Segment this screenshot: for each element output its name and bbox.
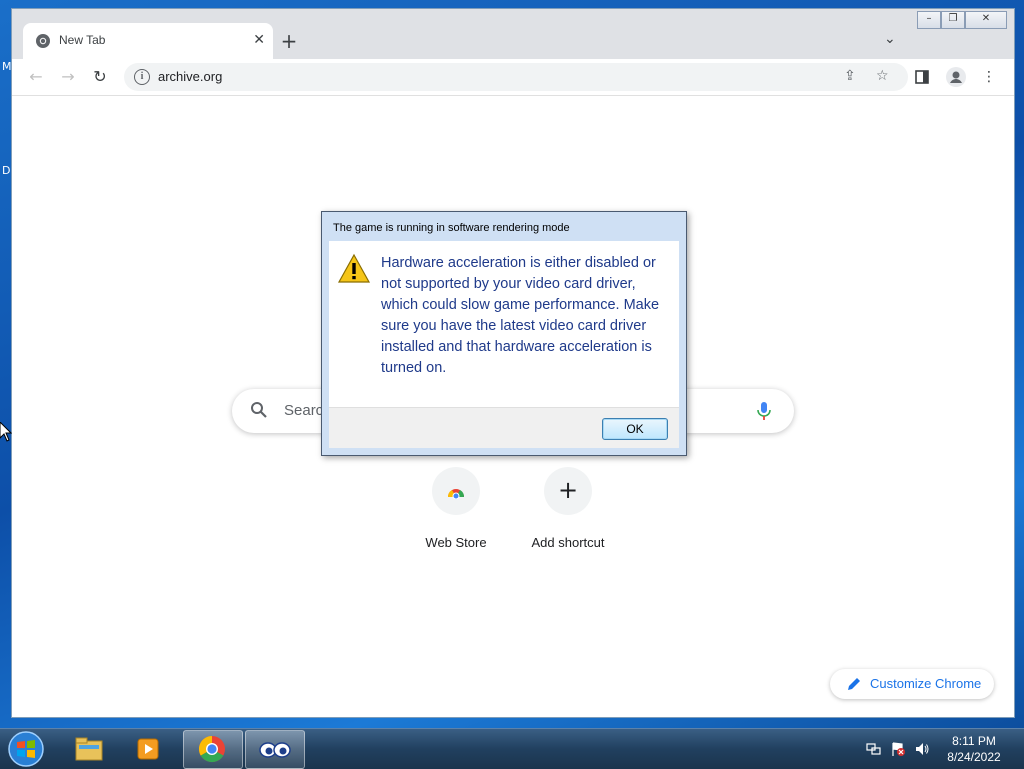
reload-icon[interactable]: ↻: [90, 67, 110, 87]
restore-icon[interactable]: ❐: [941, 11, 965, 29]
windows-taskbar: 8:11 PM 8/24/2022: [0, 728, 1024, 769]
add-shortcut-tile: +: [544, 467, 592, 515]
forward-arrow-icon[interactable]: →: [58, 67, 78, 87]
volume-icon[interactable]: [914, 741, 930, 757]
share-icon[interactable]: ⇪: [844, 68, 856, 84]
chrome-web-store-icon: [447, 489, 465, 499]
shortcut-add[interactable]: + Add shortcut: [518, 467, 618, 550]
clock-date: 8/24/2022: [947, 750, 1001, 764]
dialog-message: Hardware acceleration is either disabled…: [381, 255, 660, 376]
tab-search-chevron-icon[interactable]: ⌄: [884, 31, 896, 47]
web-store-tile: [432, 467, 480, 515]
dialog-title: The game is running in software renderin…: [333, 222, 570, 234]
search-placeholder: Searc: [284, 402, 324, 419]
mouse-cursor-icon: [0, 422, 12, 442]
taskbar-media-player-button[interactable]: [120, 730, 178, 767]
shortcut-web-store[interactable]: Web Store: [406, 467, 506, 550]
action-center-flag-icon[interactable]: [890, 741, 906, 757]
windows-start-icon[interactable]: [7, 730, 45, 768]
network-icon[interactable]: [866, 741, 882, 757]
shortcut-label: Web Store: [425, 535, 487, 550]
software-rendering-dialog: The game is running in software renderin…: [321, 211, 687, 456]
pencil-icon: [848, 678, 860, 690]
tab-strip: New Tab ✕ + ⌄ – ❐ ✕: [12, 9, 1014, 59]
customize-label: Customize Chrome: [870, 676, 982, 691]
dialog-footer: OK: [329, 407, 679, 448]
desktop-icon-label-fragment: D: [2, 164, 11, 177]
tab-title: New Tab: [59, 33, 106, 47]
back-arrow-icon[interactable]: ←: [26, 67, 46, 87]
profile-avatar-icon[interactable]: [946, 67, 966, 87]
customize-chrome-button[interactable]: Customize Chrome: [830, 669, 994, 699]
chrome-favicon-icon: [36, 34, 50, 48]
dialog-body: Hardware acceleration is either disabled…: [329, 241, 679, 407]
kebab-menu-icon[interactable]: ⋮: [979, 67, 999, 87]
new-tab-plus-icon[interactable]: +: [277, 29, 301, 53]
shortcut-label: Add shortcut: [531, 535, 605, 550]
tab-close-icon[interactable]: ✕: [253, 32, 265, 48]
address-bar[interactable]: i archive.org ⇪ ☆: [124, 63, 908, 91]
site-info-icon[interactable]: i: [134, 69, 150, 85]
clock-time: 8:11 PM: [952, 734, 996, 748]
taskbar-game-button[interactable]: [245, 730, 305, 769]
taskbar-chrome-button[interactable]: [183, 730, 243, 769]
warning-icon: [337, 253, 371, 283]
system-clock[interactable]: 8:11 PM 8/24/2022: [934, 733, 1014, 765]
plus-icon: +: [557, 476, 579, 504]
address-url[interactable]: archive.org: [158, 69, 222, 84]
windows-explorer-icon: [75, 737, 103, 761]
ok-button[interactable]: OK: [602, 418, 668, 440]
media-player-icon: [137, 738, 159, 760]
microphone-icon[interactable]: [754, 400, 774, 422]
search-icon: [251, 402, 267, 418]
tab-new-tab[interactable]: New Tab ✕: [23, 23, 273, 59]
browser-toolbar: ← → ↻ i archive.org ⇪ ☆ ⋮: [12, 59, 1014, 96]
side-panel-icon[interactable]: [914, 69, 930, 85]
game-eyes-icon: [259, 742, 291, 758]
minimize-icon[interactable]: –: [917, 11, 941, 29]
chrome-icon: [198, 735, 225, 763]
close-window-icon[interactable]: ✕: [965, 11, 1007, 29]
taskbar-explorer-button[interactable]: [60, 730, 118, 767]
bookmark-star-icon[interactable]: ☆: [876, 68, 889, 84]
